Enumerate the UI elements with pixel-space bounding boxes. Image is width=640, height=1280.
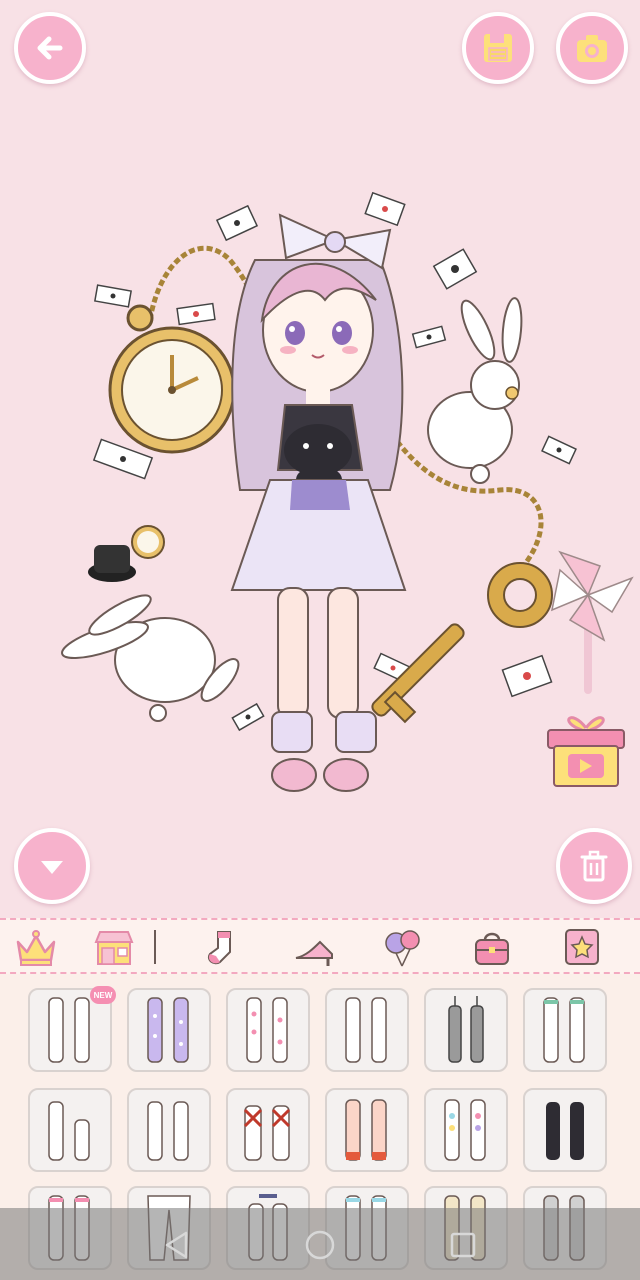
white-knee-socks-icon (48, 997, 90, 1063)
tab-shoes[interactable] (288, 926, 340, 970)
character-scene (61, 191, 634, 792)
tab-socks[interactable] (194, 926, 246, 970)
item-white-lace-socks[interactable] (127, 1088, 211, 1172)
item-red-ribbon-socks[interactable] (226, 1088, 310, 1172)
camera-icon (577, 35, 607, 62)
toolbar-divider (154, 930, 156, 964)
white-ribbon-stockings-icon (543, 997, 585, 1063)
white-ruffle-stockings-icon (345, 997, 387, 1063)
item-red-striped-socks[interactable] (325, 1088, 409, 1172)
dressing-stage (0, 0, 640, 918)
new-badge: NEW (90, 986, 116, 1004)
floppy-disk-icon (484, 34, 512, 62)
pink-heart-stockings-icon (246, 997, 288, 1063)
white-ankle-socks-icon (48, 1101, 90, 1161)
star-icon (565, 929, 599, 965)
bag-icon (475, 932, 509, 965)
item-fishnet-stockings[interactable] (424, 988, 508, 1072)
lavender-polka-stockings-icon (147, 997, 189, 1063)
category-toolbar (0, 918, 640, 974)
black-thigh-highs-icon (546, 1102, 584, 1160)
tab-favorites[interactable] (556, 926, 608, 970)
arrow-left-icon (37, 36, 63, 60)
system-navigation-bar (0, 1208, 640, 1280)
item-white-ruffle-stockings[interactable] (325, 988, 409, 1072)
rabbit-left (61, 594, 240, 722)
nav-back-icon[interactable] (160, 1228, 194, 1262)
tab-accessories[interactable] (376, 926, 428, 970)
tab-bags[interactable] (466, 926, 518, 970)
fishnet-stockings-icon (448, 996, 484, 1063)
save-button[interactable] (462, 12, 534, 84)
camera-button[interactable] (556, 12, 628, 84)
high-heel-icon (295, 940, 333, 966)
scroll-down-button[interactable] (14, 828, 90, 904)
item-white-ankle-socks[interactable] (28, 1088, 112, 1172)
balloons-icon (385, 930, 420, 967)
trash-icon (580, 850, 608, 882)
sock-icon (208, 931, 231, 965)
pocket-watch (108, 304, 236, 454)
tab-shop[interactable] (88, 926, 140, 970)
crown-icon (16, 930, 56, 966)
item-lavender-polka-stockings[interactable] (127, 988, 211, 1072)
trash-button[interactable] (556, 828, 632, 904)
nav-recents-icon[interactable] (446, 1228, 480, 1262)
shop-icon (94, 931, 134, 965)
top-hat (88, 525, 165, 582)
red-striped-socks-icon (345, 1099, 387, 1161)
item-pink-heart-stockings[interactable] (226, 988, 310, 1072)
triangle-down-icon (41, 861, 63, 874)
item-white-ribbon-stockings[interactable] (523, 988, 607, 1072)
gift-video-icon[interactable] (546, 706, 626, 788)
heart-print-socks-icon (444, 1099, 486, 1161)
item-heart-print-socks[interactable] (424, 1088, 508, 1172)
item-black-thigh-highs[interactable] (523, 1088, 607, 1172)
nav-home-icon[interactable] (303, 1228, 337, 1262)
white-lace-socks-icon (147, 1101, 189, 1161)
tab-crown[interactable] (10, 926, 62, 970)
red-ribbon-socks-icon (243, 1105, 291, 1161)
back-button[interactable] (14, 12, 86, 84)
item-white-knee-socks[interactable]: NEW (28, 986, 116, 1072)
pinwheel (550, 550, 634, 694)
